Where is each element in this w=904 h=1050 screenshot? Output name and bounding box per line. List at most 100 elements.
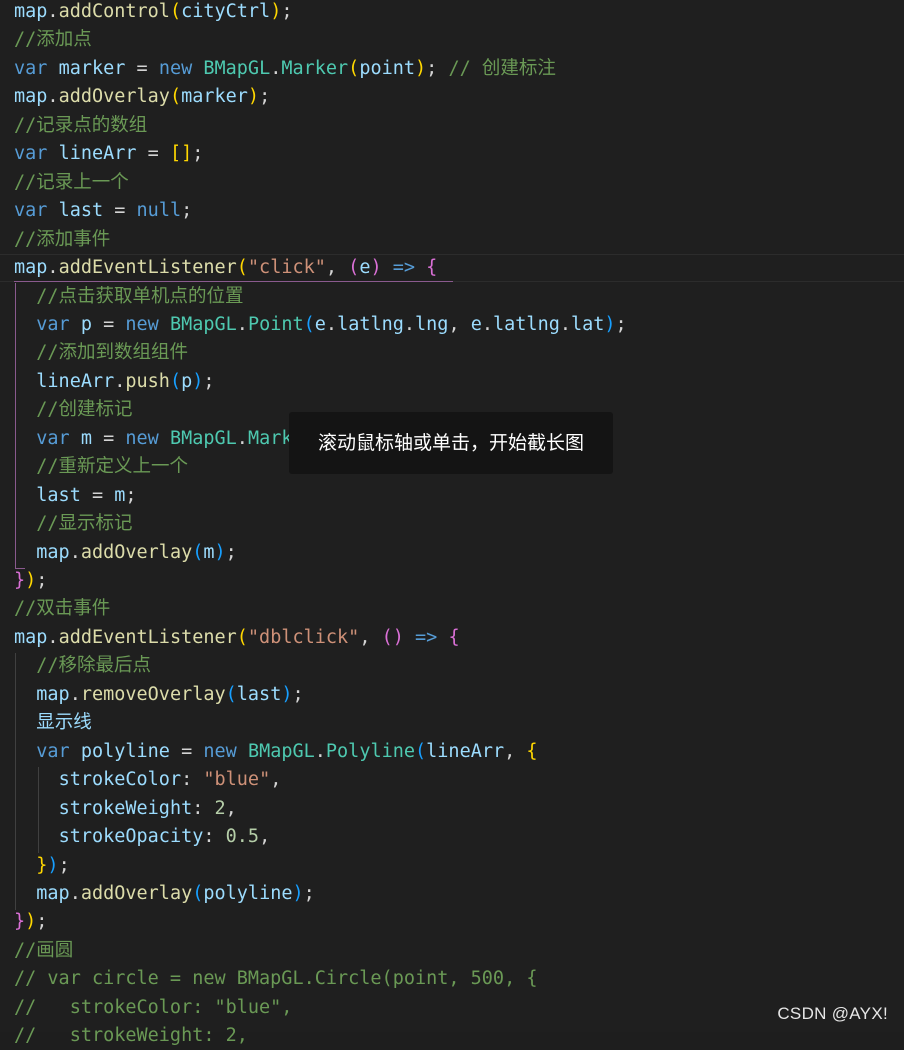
code-token: map [14, 627, 48, 648]
code-token: var [36, 428, 70, 449]
code-line[interactable]: //重新定义上一个 [14, 453, 188, 481]
code-token: : [192, 798, 215, 819]
code-line[interactable]: last = m; [14, 482, 137, 510]
code-token: ( [348, 257, 360, 278]
code-line[interactable]: strokeColor: "blue", [14, 766, 282, 794]
code-token: //记录点的数组 [14, 115, 148, 136]
code-token: p [80, 314, 92, 335]
code-line[interactable]: var polyline = new BMapGL.Polyline(lineA… [14, 738, 537, 766]
csdn-watermark: CSDN @AYX! [777, 1004, 888, 1023]
code-token: lineArr [426, 741, 505, 762]
code-token: new [125, 428, 159, 449]
code-line[interactable]: var marker = new BMapGL.Marker(point); /… [14, 55, 556, 83]
code-line[interactable]: map.addEventListener("click", (e) => { [14, 254, 437, 282]
code-line[interactable]: map.removeOverlay(last); [14, 681, 303, 709]
code-line[interactable]: map.addEventListener("dblclick", () => { [14, 624, 460, 652]
code-token: m [80, 428, 92, 449]
code-token: map [14, 257, 48, 278]
code-token: map [36, 684, 70, 705]
code-token: ) [214, 542, 226, 563]
code-token: ) [25, 911, 37, 932]
code-token: strokeWeight [58, 798, 193, 819]
code-token: p [181, 371, 193, 392]
code-token: ; [281, 1, 293, 22]
code-line[interactable]: //移除最后点 [14, 652, 151, 680]
code-token: m [114, 485, 126, 506]
code-line[interactable]: //画圆 [14, 937, 73, 965]
code-token: //移除最后点 [36, 655, 152, 676]
code-line[interactable]: map.addOverlay(m); [14, 539, 237, 567]
code-line[interactable]: strokeOpacity: 0.5, [14, 823, 271, 851]
code-line[interactable]: //点击获取单机点的位置 [14, 283, 244, 311]
code-token: ) [192, 371, 204, 392]
code-token: BMapGL [203, 58, 271, 79]
code-token: [] [169, 143, 193, 164]
code-line[interactable]: }); [14, 852, 69, 880]
code-line[interactable]: //创建标记 [14, 396, 132, 424]
code-token: ; [259, 86, 271, 107]
code-line[interactable]: // var circle = new BMapGL.Circle(point,… [14, 965, 537, 993]
code-line[interactable]: map.addOverlay(marker); [14, 83, 270, 111]
code-line[interactable]: //记录点的数组 [14, 112, 147, 140]
code-token: // var circle = new BMapGL.Circle(point,… [14, 968, 538, 989]
code-token: "blue" [203, 769, 271, 790]
code-token: //点击获取单机点的位置 [36, 286, 244, 307]
code-token: ; [426, 58, 449, 79]
code-token: //显示标记 [36, 513, 133, 534]
code-line[interactable]: map.addOverlay(polyline); [14, 880, 315, 908]
code-token: strokeColor [58, 769, 182, 790]
code-token: cityCtrl [181, 1, 271, 22]
code-token: addOverlay [80, 542, 193, 563]
code-line[interactable]: // strokeColor: "blue", [14, 994, 292, 1022]
code-line[interactable]: //双击事件 [14, 595, 110, 623]
code-token: . [47, 257, 59, 278]
code-line[interactable]: //添加点 [14, 26, 92, 54]
code-line[interactable]: map.addControl(cityCtrl); [14, 0, 292, 26]
code-line[interactable]: var p = new BMapGL.Point(e.latlng.lng, e… [14, 311, 626, 339]
code-line[interactable]: //添加到数组组件 [14, 339, 188, 367]
code-token: addOverlay [58, 86, 170, 107]
code-token: addControl [58, 1, 170, 22]
code-line[interactable]: var lineArr = []; [14, 140, 203, 168]
code-line[interactable]: //添加事件 [14, 226, 110, 254]
code-line[interactable]: lineArr.push(p); [14, 368, 214, 396]
code-editor[interactable]: map.addControl(cityCtrl);//添加点 var marker… [0, 0, 904, 1046]
code-token: e [359, 257, 371, 278]
code-token: // 创建标注 [448, 58, 556, 79]
code-token: e [470, 314, 482, 335]
code-line[interactable]: }); [14, 567, 47, 595]
code-token: var [14, 200, 48, 221]
code-line[interactable]: strokeWeight: 2, [14, 795, 237, 823]
code-token: Marker [281, 58, 349, 79]
code-line[interactable]: //记录上一个 [14, 169, 129, 197]
code-token: 显示线 [36, 712, 92, 733]
code-token: BMapGL [247, 741, 315, 762]
code-token: ; [125, 485, 137, 506]
code-line[interactable]: var last = null; [14, 197, 192, 225]
code-line[interactable]: //显示标记 [14, 510, 133, 538]
code-line[interactable]: 显示线 [14, 709, 92, 737]
code-token: ) [25, 570, 37, 591]
code-token: } [14, 911, 26, 932]
code-line[interactable]: // strokeWeight: 2, [14, 1022, 248, 1050]
code-token: ) [270, 1, 282, 22]
code-line[interactable]: }); [14, 908, 47, 936]
code-token: ; [303, 883, 315, 904]
